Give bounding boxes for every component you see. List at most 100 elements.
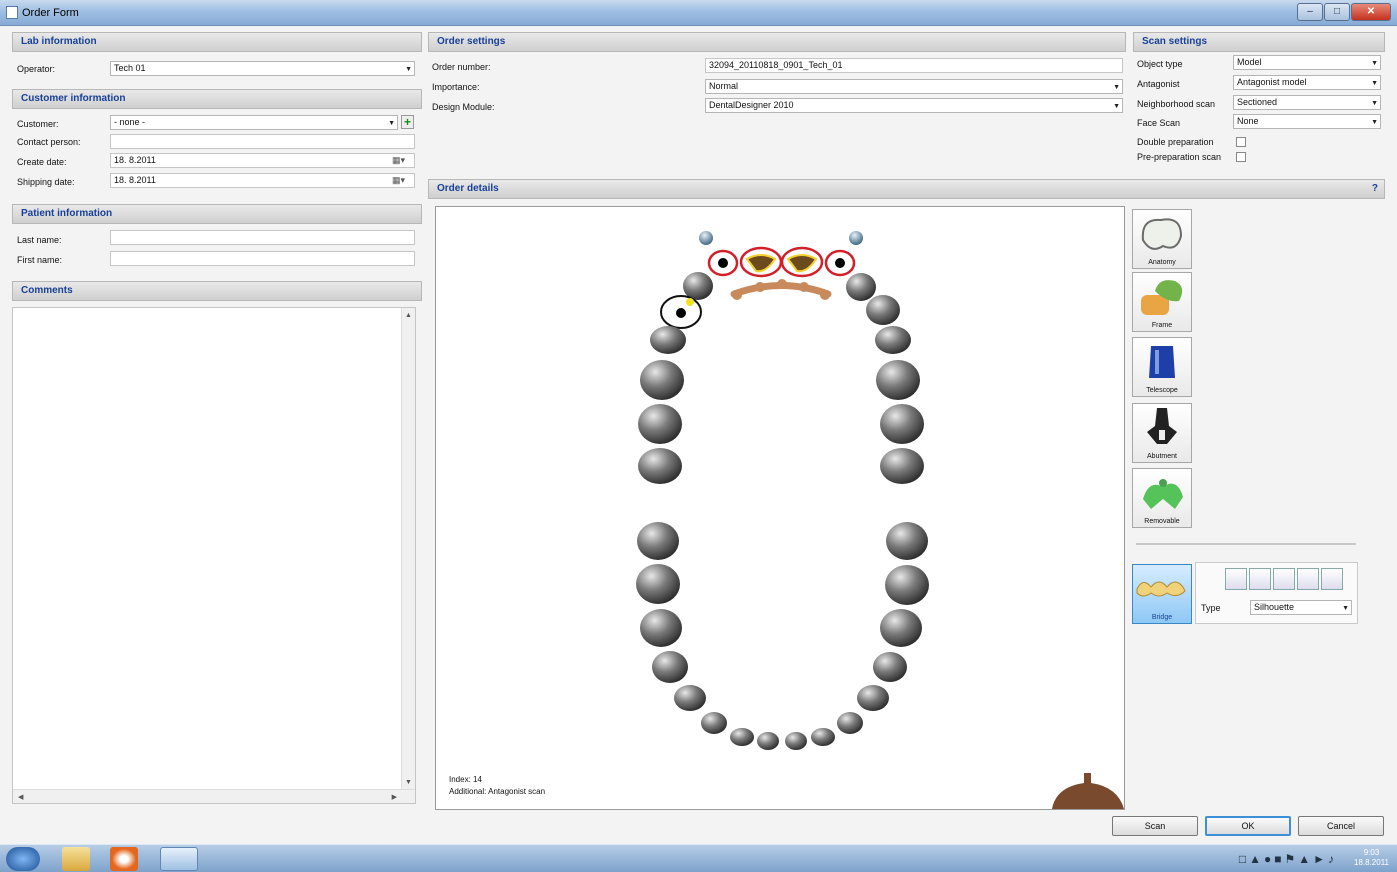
- shipping-date-value: 18. 8.2011: [114, 175, 156, 185]
- anchor-ball-icon[interactable]: [699, 231, 713, 245]
- maximize-button[interactable]: □: [1324, 3, 1350, 21]
- importance-select[interactable]: Normal ▼: [705, 79, 1123, 94]
- first-name-field[interactable]: [110, 251, 415, 266]
- tooth[interactable]: [730, 728, 754, 746]
- tooth[interactable]: [846, 273, 876, 301]
- customer-select[interactable]: - none - ▼: [110, 115, 398, 130]
- create-date-field[interactable]: 18. 8.2011: [110, 153, 415, 168]
- type-select[interactable]: Silhouette ▼: [1250, 600, 1352, 615]
- tooth[interactable]: [880, 404, 924, 444]
- shipping-date-label: Shipping date:: [17, 177, 75, 187]
- operator-label: Operator:: [17, 64, 56, 74]
- contact-field[interactable]: [110, 134, 415, 149]
- tooth[interactable]: [640, 360, 684, 400]
- first-name-label: First name:: [17, 255, 63, 265]
- file-explorer-icon[interactable]: [62, 847, 90, 871]
- tooth[interactable]: [811, 728, 835, 746]
- calendar-icon[interactable]: ▦▾: [392, 155, 405, 166]
- cancel-button[interactable]: Cancel: [1298, 816, 1384, 836]
- anatomy-tool-button[interactable]: Anatomy: [1132, 209, 1192, 269]
- last-name-field[interactable]: [110, 230, 415, 245]
- dropdown-arrow-icon: ▼: [388, 120, 395, 127]
- operator-select[interactable]: Tech 01 ▼: [110, 61, 415, 76]
- type-arch-icon[interactable]: [1297, 568, 1319, 590]
- frame-tool-button[interactable]: Frame: [1132, 272, 1192, 332]
- shipping-date-field[interactable]: 18. 8.2011: [110, 173, 415, 188]
- tooth[interactable]: [674, 685, 706, 711]
- bridge-node-icon: [732, 290, 742, 300]
- object-type-label: Object type: [1137, 59, 1183, 69]
- media-player-icon[interactable]: [110, 847, 138, 871]
- abutment-tool-button[interactable]: Abutment: [1132, 403, 1192, 463]
- tooth[interactable]: [638, 448, 682, 484]
- window-title: Order Form: [22, 7, 79, 19]
- horizontal-scrollbar[interactable]: ◀ ▶: [13, 789, 415, 803]
- order-number-label: Order number:: [432, 62, 491, 72]
- ok-button[interactable]: OK: [1205, 816, 1291, 836]
- scroll-right-icon[interactable]: ▶: [392, 793, 397, 801]
- calendar-icon[interactable]: ▦▾: [392, 175, 405, 186]
- customer-value: - none -: [114, 117, 146, 127]
- tooth[interactable]: [857, 685, 889, 711]
- add-customer-icon[interactable]: +: [401, 115, 414, 129]
- tooth[interactable]: [876, 360, 920, 400]
- scroll-up-icon[interactable]: ▲: [405, 312, 412, 319]
- tooth[interactable]: [757, 732, 779, 750]
- removable-tool-button[interactable]: Removable: [1132, 468, 1192, 528]
- object-type-value: Model: [1237, 57, 1262, 67]
- tooth-chart[interactable]: [436, 207, 1124, 809]
- antagonist-select[interactable]: Antagonist model ▼: [1233, 75, 1381, 90]
- minimize-button[interactable]: –: [1297, 3, 1323, 21]
- tooth[interactable]: [650, 326, 686, 354]
- pre-prep-checkbox[interactable]: [1236, 152, 1246, 162]
- dropdown-arrow-icon: ▼: [1113, 103, 1120, 110]
- telescope-tool-button[interactable]: Telescope: [1132, 337, 1192, 397]
- tooth[interactable]: [873, 652, 907, 682]
- tooth[interactable]: [637, 522, 679, 560]
- type-wax-knife-icon[interactable]: [1249, 568, 1271, 590]
- double-prep-label: Double preparation: [1137, 137, 1214, 147]
- anchor-ball-icon[interactable]: [849, 231, 863, 245]
- type-cross-icon[interactable]: [1321, 568, 1343, 590]
- tooth[interactable]: [875, 326, 911, 354]
- double-prep-checkbox[interactable]: [1236, 137, 1246, 147]
- face-scan-select[interactable]: None ▼: [1233, 114, 1381, 129]
- clock[interactable]: 9:03 18.8.2011: [1354, 848, 1389, 868]
- tooth[interactable]: [652, 651, 688, 683]
- tooth[interactable]: [837, 712, 863, 734]
- tooth-chart-canvas[interactable]: Index: 14 Additional: Antagonist scan: [435, 206, 1125, 810]
- system-tray[interactable]: □▲●■⚑▲►♪: [1239, 852, 1337, 866]
- design-module-select[interactable]: DentalDesigner 2010 ▼: [705, 98, 1123, 113]
- type-silhouette-icon[interactable]: [1225, 568, 1247, 590]
- close-button[interactable]: ✕: [1351, 3, 1391, 21]
- abutment-preview-icon: [1052, 773, 1124, 809]
- antagonist-value: Antagonist model: [1237, 77, 1307, 87]
- tool-label: Removable: [1144, 518, 1180, 525]
- tooth[interactable]: [785, 732, 807, 750]
- tooth[interactable]: [886, 522, 928, 560]
- help-icon[interactable]: ?: [1372, 180, 1378, 198]
- tooth[interactable]: [701, 712, 727, 734]
- scan-button[interactable]: Scan: [1112, 816, 1198, 836]
- bridge-tool-button[interactable]: Bridge: [1132, 564, 1192, 624]
- tooth[interactable]: [885, 565, 929, 605]
- tooth[interactable]: [636, 564, 680, 604]
- type-wave-icon[interactable]: [1273, 568, 1295, 590]
- scroll-left-icon[interactable]: ◀: [18, 793, 23, 801]
- dropdown-arrow-icon: ▼: [405, 66, 412, 73]
- tooth[interactable]: [880, 448, 924, 484]
- order-number-field[interactable]: 32094_20110818_0901_Tech_01: [705, 58, 1123, 73]
- tooth[interactable]: [640, 609, 682, 647]
- start-button[interactable]: [6, 847, 40, 871]
- tooth[interactable]: [638, 404, 682, 444]
- tooth[interactable]: [880, 609, 922, 647]
- neighborhood-select[interactable]: Sectioned ▼: [1233, 95, 1381, 110]
- object-type-select[interactable]: Model ▼: [1233, 55, 1381, 70]
- tooth[interactable]: [866, 295, 900, 325]
- vertical-scrollbar[interactable]: ▲ ▼: [401, 308, 415, 790]
- scroll-down-icon[interactable]: ▼: [405, 779, 412, 786]
- comments-textarea[interactable]: ▲ ▼ ◀ ▶: [12, 307, 416, 804]
- bridge-node-icon: [755, 282, 765, 292]
- dental-app-icon[interactable]: [160, 847, 198, 871]
- tooth-marker-icon: [686, 298, 694, 306]
